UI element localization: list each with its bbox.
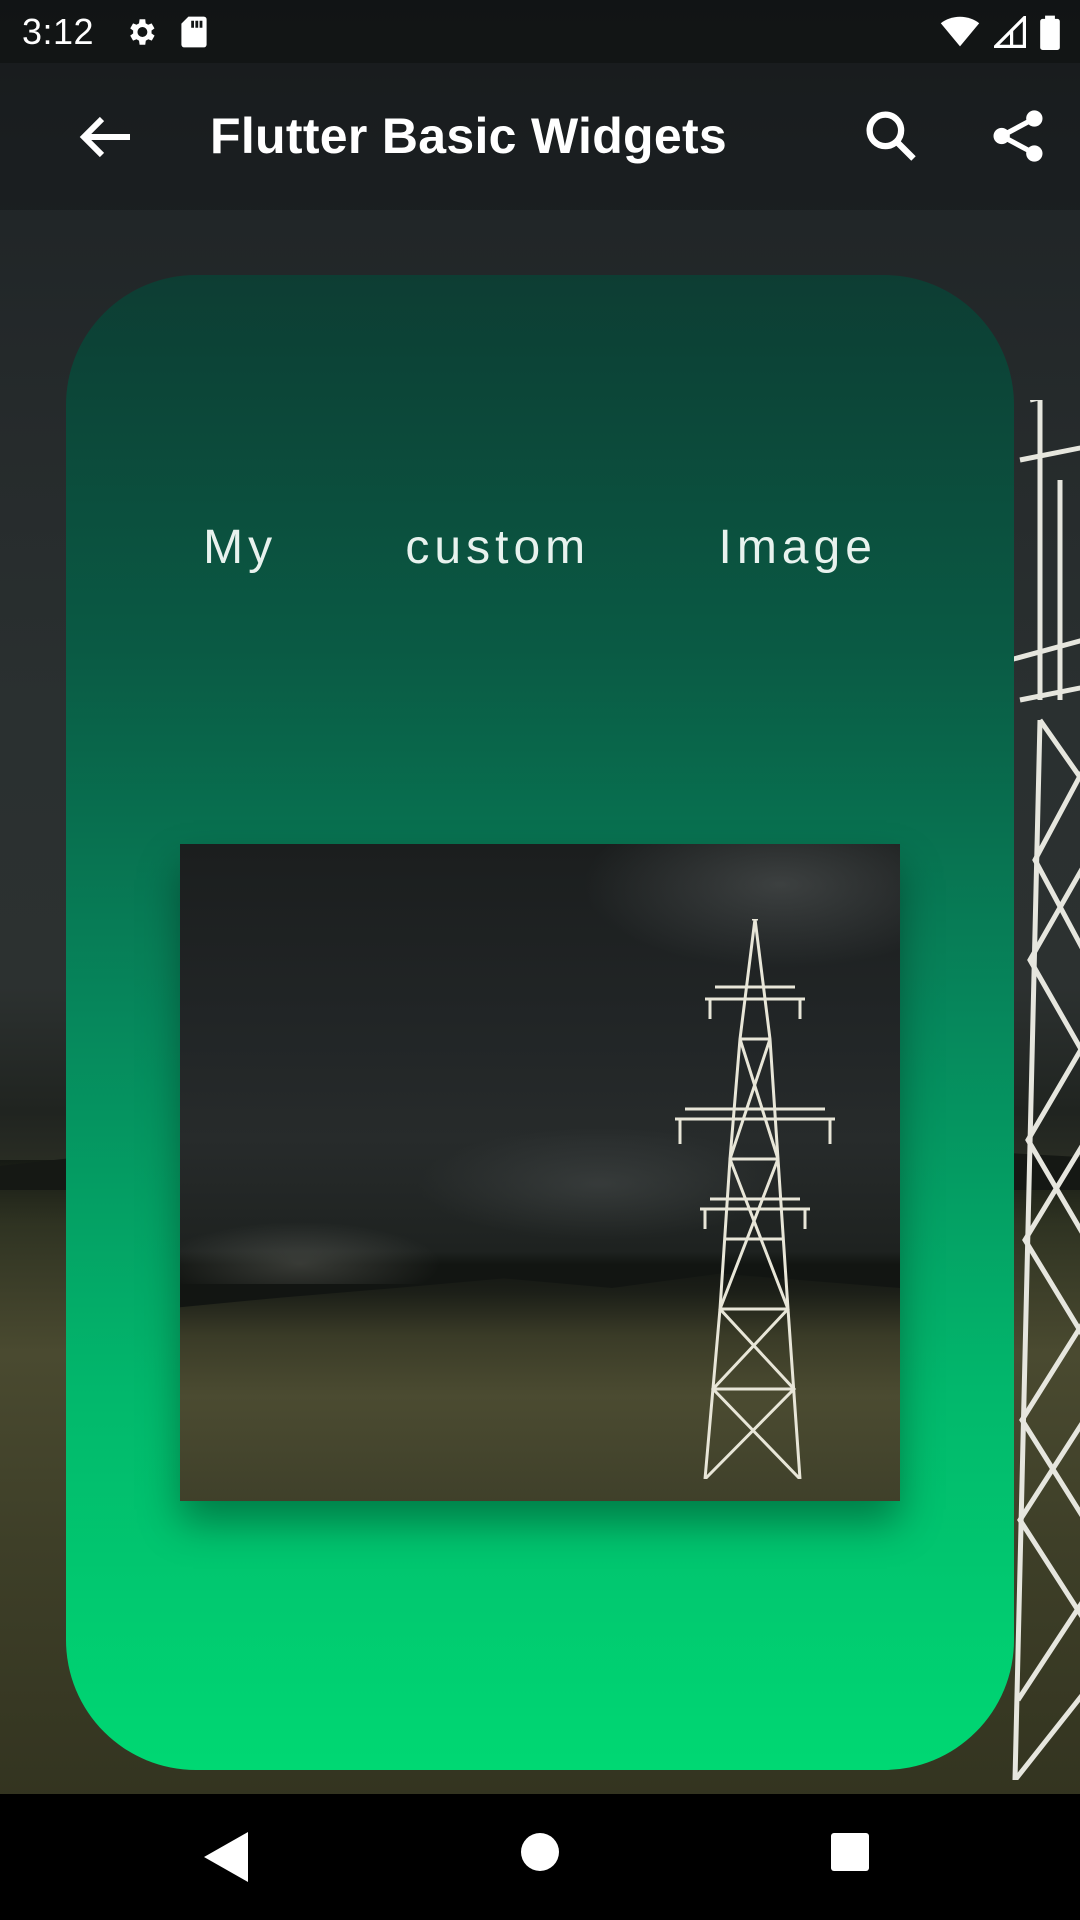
card-title: My custom Image (203, 521, 877, 574)
status-time: 3:12 (22, 10, 95, 52)
sd-card-icon (181, 16, 207, 47)
pylon-illustration (675, 919, 835, 1479)
arrow-back-icon[interactable] (78, 113, 134, 161)
card-image (180, 844, 900, 1501)
nav-back-icon[interactable] (200, 1830, 250, 1884)
signal-icon (994, 15, 1026, 48)
navigation-bar (0, 1794, 1080, 1920)
battery-icon (1040, 15, 1060, 50)
wifi-icon (940, 16, 980, 46)
settings-icon (130, 18, 155, 45)
share-icon[interactable] (990, 107, 1046, 165)
search-icon[interactable] (864, 109, 918, 163)
nav-home-icon[interactable] (520, 1832, 560, 1872)
status-bar: 3:12 (0, 0, 1080, 63)
nav-recents-icon[interactable] (830, 1832, 870, 1872)
app-bar: Flutter Basic Widgets (0, 63, 1080, 210)
page-title: Flutter Basic Widgets (210, 108, 728, 164)
gradient-card: My custom Image (66, 275, 1014, 1770)
